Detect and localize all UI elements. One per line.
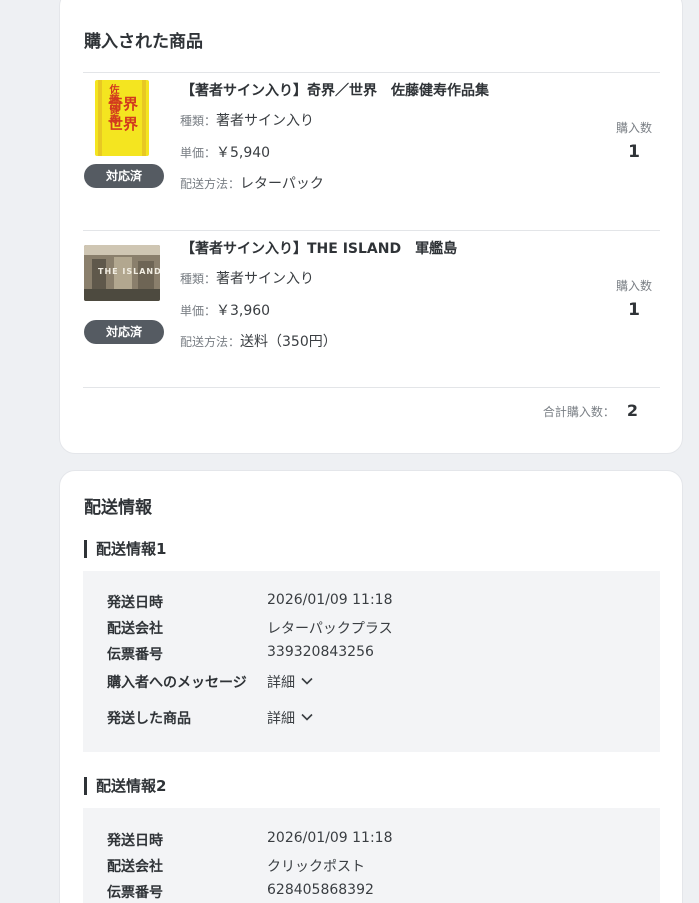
- buyer-message-detail-toggle[interactable]: 詳細: [267, 672, 313, 692]
- quantity-label: 購入数: [615, 279, 652, 293]
- product-thumbnail[interactable]: 佐藤健寿 奇界 世界: [95, 80, 149, 156]
- cover-title: THE ISLAND: [98, 267, 160, 276]
- product-row: THE ISLAND 対応済 【著者サイン入り】THE ISLAND 軍艦島 種…: [60, 231, 684, 387]
- buyer-message-label: 購入者へのメッセージ: [107, 675, 247, 691]
- product-row: 佐藤健寿 奇界 世界 対応済 【著者サイン入り】奇界／世界 佐藤健寿作品集 種類…: [60, 73, 684, 229]
- product-shipping-method: 配送方法：レターパック: [180, 176, 324, 192]
- quantity-value: 1: [628, 142, 640, 162]
- tracking-number-label: 伝票番号: [107, 885, 163, 901]
- tracking-number-value: 339320843256: [267, 644, 374, 660]
- quantity-label: 購入数: [615, 121, 652, 135]
- product-name[interactable]: 【著者サイン入り】奇界／世界 佐藤健寿作品集: [181, 80, 489, 100]
- shipped-items-detail-toggle[interactable]: 詳細: [267, 708, 313, 728]
- ship-date-value: 2026/01/09 11:18: [267, 830, 393, 846]
- shipping-details-box: 発送日時 2026/01/09 11:18 配送会社 クリックポスト 伝票番号 …: [83, 808, 660, 903]
- carrier-label: 配送会社: [107, 621, 163, 637]
- divider: [83, 387, 660, 388]
- cover-decoration: [84, 245, 160, 255]
- cover-decoration: [98, 80, 102, 156]
- carrier-value: クリックポスト: [267, 859, 365, 875]
- cover-title: 奇界 世界: [107, 95, 138, 133]
- quantity-value: 1: [628, 300, 640, 320]
- tracking-number-value: 628405868392: [267, 882, 374, 898]
- product-type: 種類：著者サイン入り: [180, 271, 315, 287]
- carrier-label: 配送会社: [107, 859, 163, 875]
- purchased-items-card: 購入された商品 佐藤健寿 奇界 世界 対応済 【著者サイン入り】奇界／世界 佐藤…: [59, 0, 683, 454]
- ship-date-label: 発送日時: [107, 595, 163, 611]
- status-badge: 対応済: [84, 320, 164, 344]
- cover-decoration: [142, 80, 146, 156]
- shipping-info-card: 配送情報 配送情報1 発送日時 2026/01/09 11:18 配送会社 レタ…: [59, 470, 683, 903]
- tracking-number-label: 伝票番号: [107, 647, 163, 663]
- shipping-info-title: 配送情報: [84, 498, 152, 518]
- ship-date-label: 発送日時: [107, 833, 163, 849]
- product-shipping-method: 配送方法：送料（350円）: [180, 334, 337, 350]
- product-type: 種類：著者サイン入り: [180, 113, 315, 129]
- product-price: 単価：￥5,940: [180, 145, 271, 161]
- shipping-details-box: 発送日時 2026/01/09 11:18 配送会社 レターパックプラス 伝票番…: [83, 571, 660, 752]
- carrier-value: レターパックプラス: [267, 621, 393, 637]
- product-price: 単価：￥3,960: [180, 303, 271, 319]
- chevron-down-icon: [301, 677, 313, 685]
- total-quantity: 合計購入数： 2: [543, 401, 638, 420]
- total-quantity-label: 合計購入数：: [542, 405, 615, 419]
- product-name[interactable]: 【著者サイン入り】THE ISLAND 軍艦島: [181, 238, 457, 258]
- status-badge: 対応済: [84, 164, 164, 188]
- shipping-entry-title: 配送情報2: [84, 777, 166, 795]
- purchased-items-title: 購入された商品: [84, 32, 203, 52]
- ship-date-value: 2026/01/09 11:18: [267, 592, 393, 608]
- cover-decoration: [84, 289, 160, 301]
- shipping-entry-title: 配送情報1: [84, 540, 166, 558]
- product-thumbnail[interactable]: THE ISLAND: [84, 245, 160, 301]
- total-quantity-value: 2: [626, 401, 638, 420]
- chevron-down-icon: [301, 713, 313, 721]
- shipped-items-label: 発送した商品: [107, 711, 191, 727]
